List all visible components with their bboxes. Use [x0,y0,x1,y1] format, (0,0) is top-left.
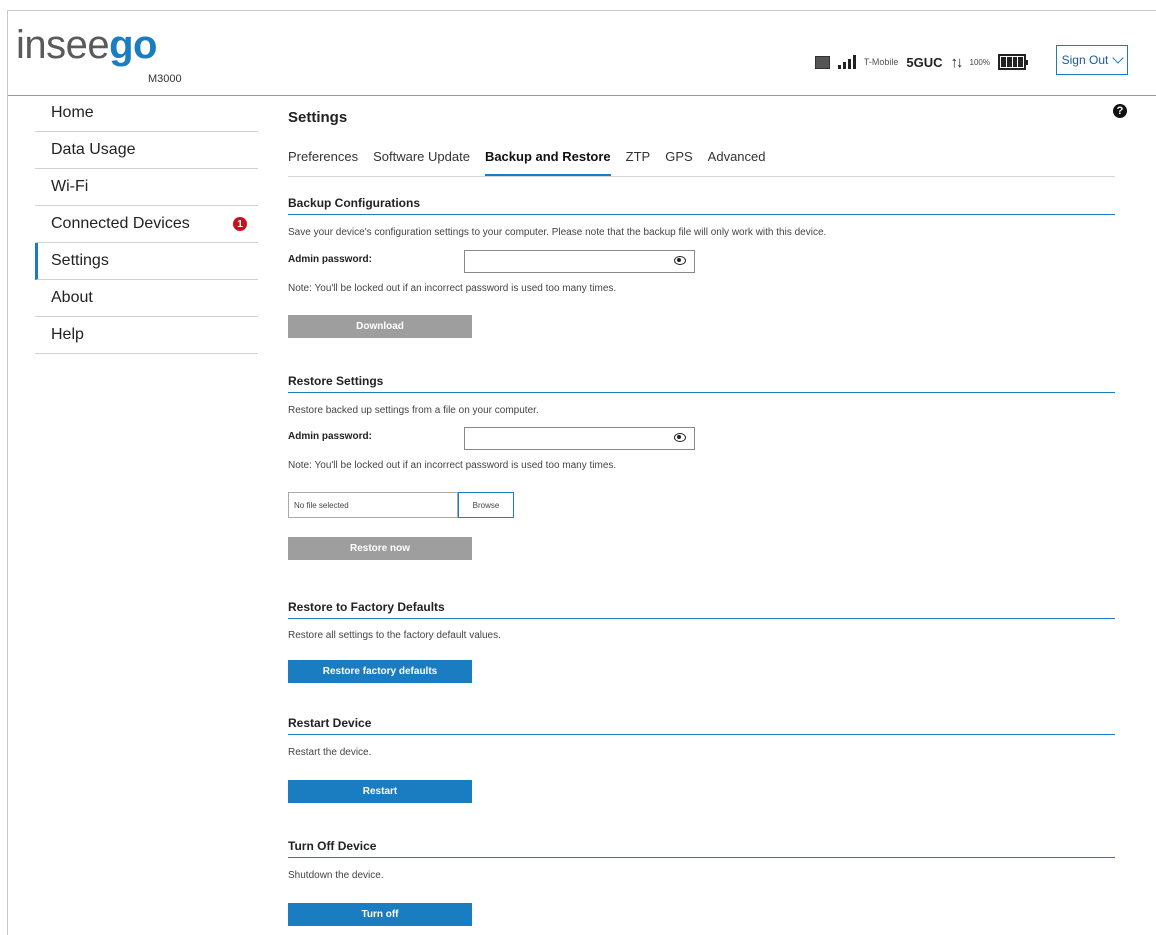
sidebar-item-connected-devices[interactable]: Connected Devices 1 [35,206,258,243]
sidebar-item-label: About [51,289,93,306]
browse-button[interactable]: Browse [458,492,514,518]
battery-percent: 100% [969,57,990,67]
tab-backup-and-restore[interactable]: Backup and Restore [484,145,611,176]
sidebar-item-label: Help [51,326,84,343]
chevron-down-icon [1112,52,1125,64]
lockout-note: Note: You'll be locked out if an incorre… [288,460,617,471]
restore-now-button[interactable]: Restore now [288,537,472,560]
restore-factory-defaults-button[interactable]: Restore factory defaults [288,660,472,683]
selected-file-display: No file selected [288,492,458,518]
backup-password-input[interactable] [468,252,672,273]
section-description: Restart the device. [288,747,372,758]
tab-ztp[interactable]: ZTP [626,145,651,176]
section-title: Restore Settings [288,374,1115,393]
sidebar-item-label: Connected Devices [51,215,190,232]
help-icon[interactable]: ? [1113,104,1127,118]
sidebar-item-wifi[interactable]: Wi-Fi [35,169,258,206]
sidebar-item-label: Wi-Fi [51,178,89,195]
sidebar-item-about[interactable]: About [35,280,258,317]
factory-defaults-section: Restore to Factory Defaults Restore all … [288,600,1115,683]
sidebar-item-help[interactable]: Help [35,317,258,354]
section-title: Restore to Factory Defaults [288,600,1115,619]
status-bar: T-Mobile 5GUC ↑↓ 100% [814,52,1028,72]
tab-advanced[interactable]: Advanced [708,145,766,176]
restart-button[interactable]: Restart [288,780,472,803]
restart-section: Restart Device Restart the device. Resta… [288,716,1115,803]
device-model: M3000 [148,73,182,85]
sidebar-item-settings[interactable]: Settings [35,243,258,280]
section-description: Restore all settings to the factory defa… [288,630,501,641]
show-password-icon[interactable] [674,256,686,265]
admin-password-label: Admin password: [288,431,372,442]
tab-gps[interactable]: GPS [665,145,692,176]
turn-off-button[interactable]: Turn off [288,903,472,926]
sidebar-item-label: Settings [51,252,109,269]
carrier-name: T-Mobile [863,57,899,67]
backup-password-field[interactable] [464,250,695,273]
sign-out-button[interactable]: Sign Out [1056,45,1128,75]
inseego-logo: inseego [16,23,157,67]
backup-section: Backup Configurations Save your device's… [288,196,1115,338]
restore-password-field[interactable] [464,427,695,450]
tab-software-update[interactable]: Software Update [373,145,470,176]
admin-password-label: Admin password: [288,254,372,265]
turn-off-section: Turn Off Device Shutdown the device. Tur… [288,839,1115,926]
download-button[interactable]: Download [288,315,472,338]
settings-tabs: Preferences Software Update Backup and R… [288,145,1115,177]
section-title: Backup Configurations [288,196,1115,215]
battery-icon [998,54,1028,70]
lockout-note: Note: You'll be locked out if an incorre… [288,283,617,294]
section-description: Restore backed up settings from a file o… [288,405,539,416]
sign-out-label: Sign Out [1061,53,1109,67]
sidebar-item-label: Data Usage [51,141,136,158]
sidebar-item-data-usage[interactable]: Data Usage [35,132,258,169]
page-title: Settings [288,109,348,126]
header: inseego M3000 T-Mobile 5GUC ↑↓ 100% Sign… [8,11,1156,96]
signal-strength-icon [837,55,856,69]
restore-password-input[interactable] [468,429,672,450]
tab-preferences[interactable]: Preferences [288,145,358,176]
sidebar-item-home[interactable]: Home [35,95,258,132]
section-description: Save your device's configuration setting… [288,227,827,238]
restore-section: Restore Settings Restore backed up setti… [288,374,1115,560]
sidebar-item-label: Home [51,104,94,121]
section-title: Restart Device [288,716,1115,735]
section-title: Turn Off Device [288,839,1115,858]
data-transfer-icon: ↑↓ [950,53,964,71]
show-password-icon[interactable] [674,433,686,442]
sidebar: Home Data Usage Wi-Fi Connected Devices … [35,95,258,354]
section-description: Shutdown the device. [288,870,384,881]
network-type: 5GUC [906,54,943,70]
notification-badge: 1 [233,217,247,231]
sim-card-icon [814,55,830,69]
